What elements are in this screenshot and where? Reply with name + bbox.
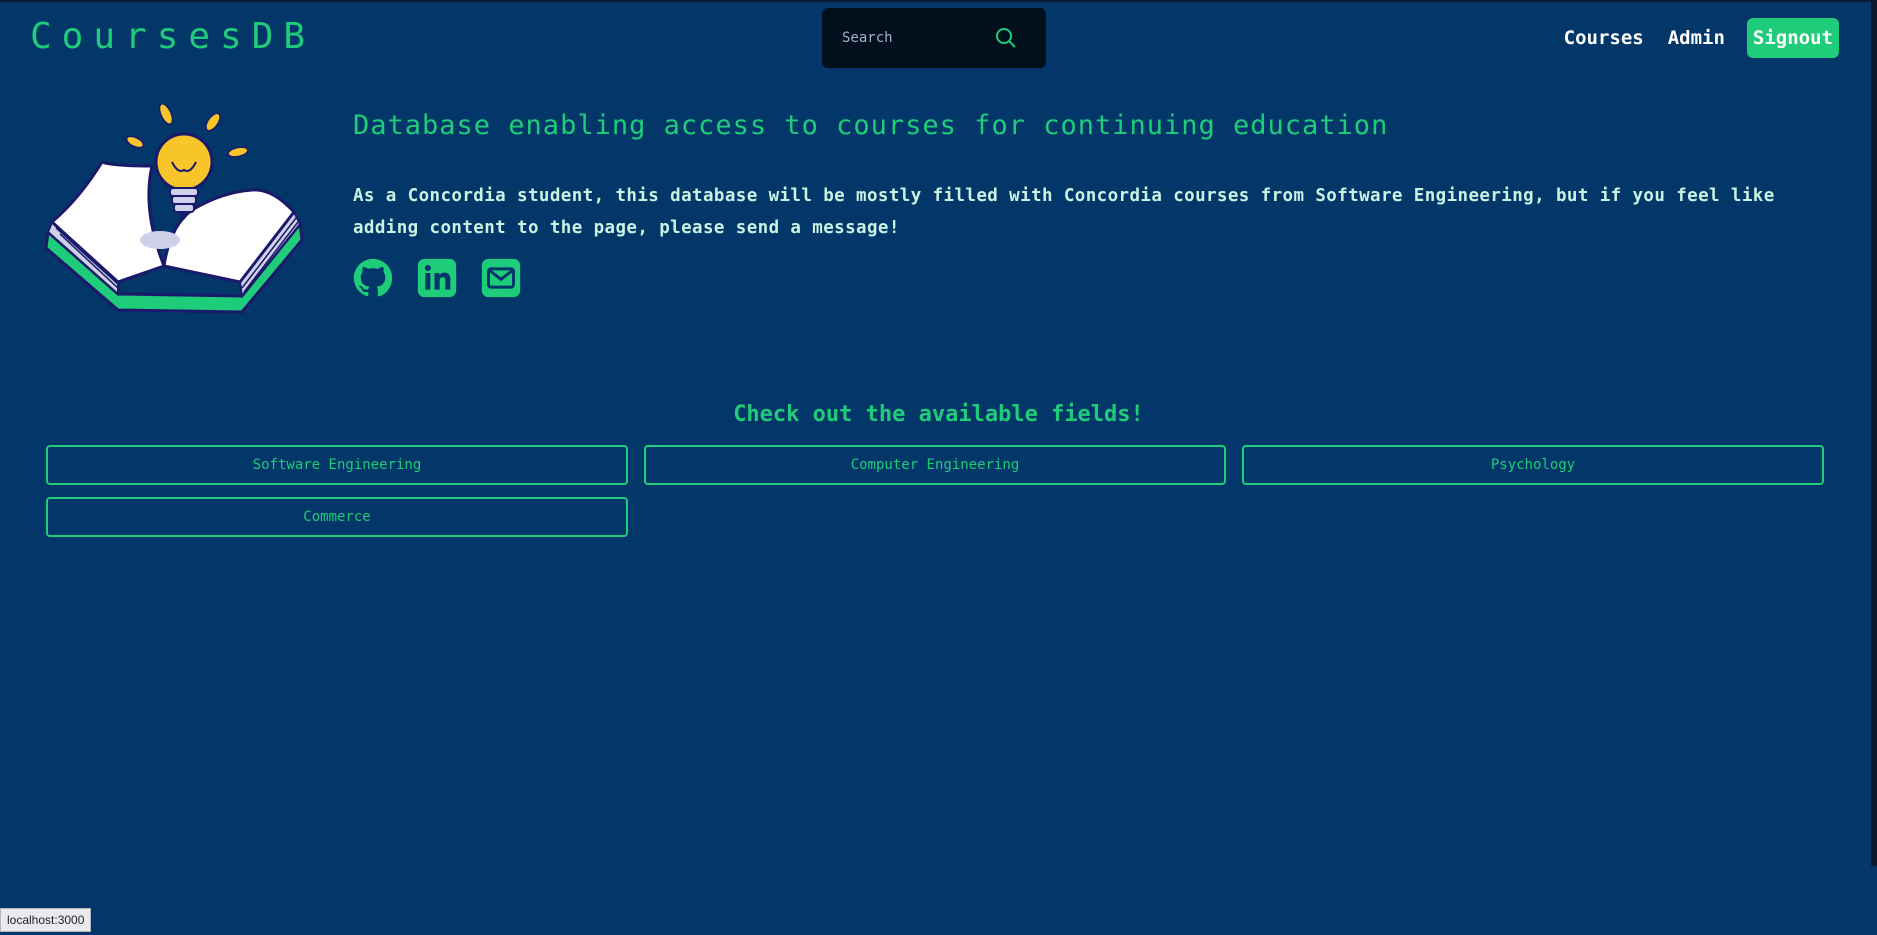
fields-grid: Software Engineering Computer Engineerin… xyxy=(46,445,1824,537)
status-bar-url: localhost:3000 xyxy=(0,908,92,932)
linkedin-icon xyxy=(417,258,457,298)
field-computer-engineering-button[interactable]: Computer Engineering xyxy=(644,445,1226,485)
github-link[interactable] xyxy=(353,258,393,298)
fields-heading: Check out the available fields! xyxy=(733,402,1144,427)
header: CoursesDB Courses Admin Signout xyxy=(0,2,1877,74)
linkedin-link[interactable] xyxy=(417,258,457,298)
nav-courses-link[interactable]: Courses xyxy=(1564,27,1644,49)
field-software-engineering-button[interactable]: Software Engineering xyxy=(46,445,628,485)
social-links xyxy=(353,258,521,298)
page-title: Database enabling access to courses for … xyxy=(353,110,1389,141)
nav-admin-link[interactable]: Admin xyxy=(1668,27,1725,49)
brand-logo[interactable]: CoursesDB xyxy=(30,16,315,57)
top-nav: Courses Admin Signout xyxy=(1564,18,1839,58)
field-commerce-button[interactable]: Commerce xyxy=(46,497,628,537)
hero-description: As a Concordia student, this database wi… xyxy=(353,186,1775,238)
github-icon xyxy=(353,258,393,297)
mail-icon xyxy=(481,258,521,298)
field-psychology-button[interactable]: Psychology xyxy=(1242,445,1824,485)
search-icon[interactable] xyxy=(994,26,1018,50)
book-lightbulb-illustration xyxy=(44,103,304,314)
scrollbar[interactable] xyxy=(1871,0,1877,866)
signout-button[interactable]: Signout xyxy=(1746,18,1839,58)
search-input[interactable] xyxy=(840,26,1000,50)
mail-link[interactable] xyxy=(481,258,521,298)
